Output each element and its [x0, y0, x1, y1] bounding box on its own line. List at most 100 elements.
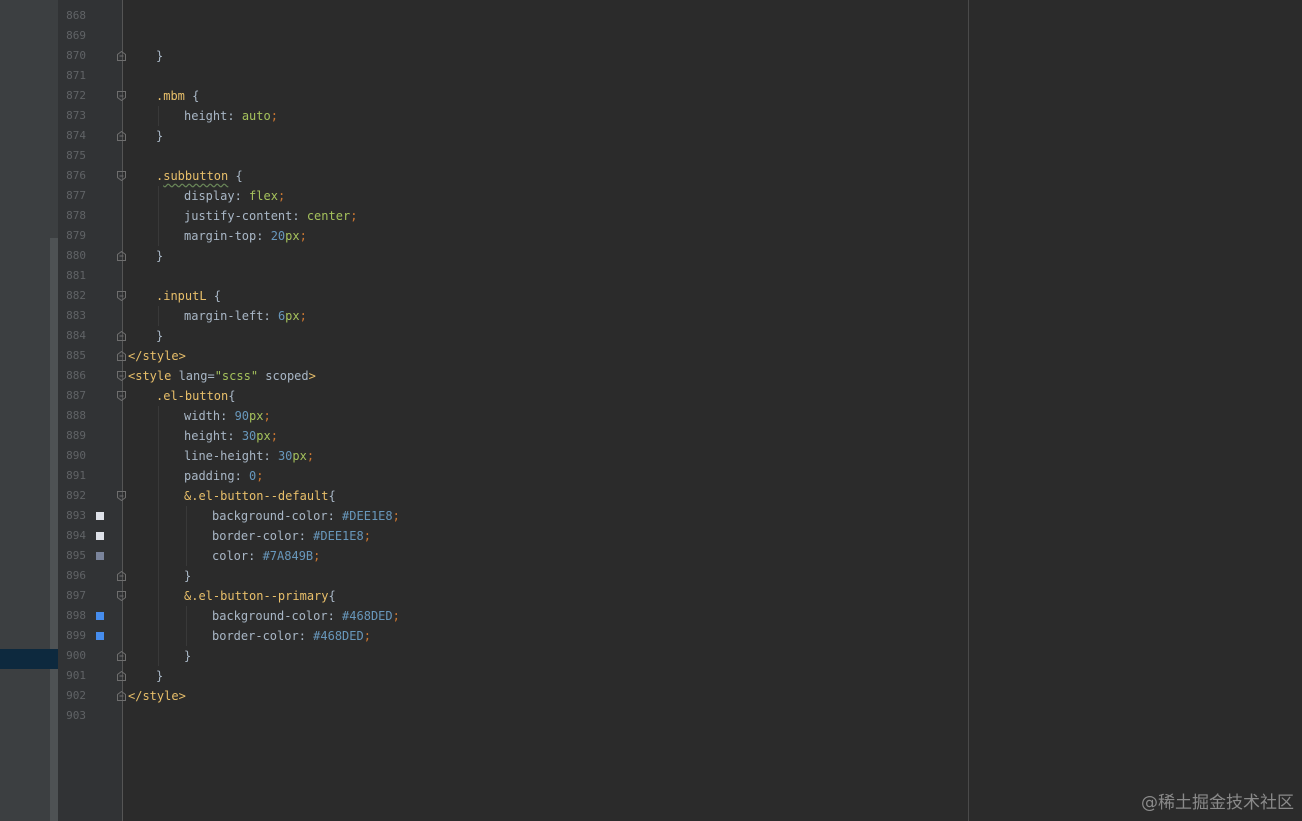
code-line[interactable]: 877 display: flex;	[0, 186, 1302, 206]
code-line[interactable]: 868	[0, 6, 1302, 26]
line-number[interactable]: 876	[58, 166, 86, 186]
fold-end-icon[interactable]	[117, 570, 126, 581]
code-line[interactable]: 875	[0, 146, 1302, 166]
code-line[interactable]: 874}	[0, 126, 1302, 146]
code-line[interactable]: 889 height: 30px;	[0, 426, 1302, 446]
code-line[interactable]: 892 &.el-button--default{	[0, 486, 1302, 506]
line-number[interactable]: 873	[58, 106, 86, 126]
line-number[interactable]: 888	[58, 406, 86, 426]
code-line[interactable]: 872 .mbm {	[0, 86, 1302, 106]
code-line[interactable]: 883 margin-left: 6px;	[0, 306, 1302, 326]
line-number[interactable]: 877	[58, 186, 86, 206]
code-line[interactable]: 899 border-color: #468DED;	[0, 626, 1302, 646]
code-line[interactable]: 870}	[0, 46, 1302, 66]
code-line[interactable]: 884}	[0, 326, 1302, 346]
fold-end-icon[interactable]	[117, 250, 126, 261]
fold-start-icon[interactable]	[117, 291, 126, 302]
fold-start-icon[interactable]	[117, 91, 126, 102]
code-text[interactable]: color: #7A849B;	[212, 546, 320, 566]
code-line[interactable]: 894 border-color: #DEE1E8;	[0, 526, 1302, 546]
code-text[interactable]: .el-button{	[156, 386, 235, 406]
fold-end-icon[interactable]	[117, 130, 126, 141]
code-line[interactable]: 869	[0, 26, 1302, 46]
code-line[interactable]: 879 margin-top: 20px;	[0, 226, 1302, 246]
code-text[interactable]: }	[156, 666, 163, 686]
line-number[interactable]: 883	[58, 306, 86, 326]
line-number[interactable]: 885	[58, 346, 86, 366]
code-text[interactable]: }	[156, 246, 163, 266]
line-number[interactable]: 870	[58, 46, 86, 66]
code-text[interactable]: width: 90px;	[184, 406, 271, 426]
line-number[interactable]: 891	[58, 466, 86, 486]
code-text[interactable]: .inputL {	[156, 286, 221, 306]
code-line[interactable]: 871	[0, 66, 1302, 86]
line-number[interactable]: 896	[58, 566, 86, 586]
code-line[interactable]: 903	[0, 706, 1302, 726]
color-swatch-icon[interactable]	[96, 612, 104, 620]
line-number[interactable]: 882	[58, 286, 86, 306]
line-number[interactable]: 887	[58, 386, 86, 406]
code-line[interactable]: 880}	[0, 246, 1302, 266]
code-line[interactable]: 898 background-color: #468DED;	[0, 606, 1302, 626]
line-number[interactable]: 869	[58, 26, 86, 46]
line-number[interactable]: 902	[58, 686, 86, 706]
line-number[interactable]: 900	[58, 646, 86, 666]
code-line[interactable]: 876 .subbutton {	[0, 166, 1302, 186]
code-line[interactable]: 891 padding: 0;	[0, 466, 1302, 486]
line-number[interactable]: 899	[58, 626, 86, 646]
line-number[interactable]: 881	[58, 266, 86, 286]
code-line[interactable]: 886 <style lang="scss" scoped>	[0, 366, 1302, 386]
fold-start-icon[interactable]	[117, 591, 126, 602]
line-number[interactable]: 872	[58, 86, 86, 106]
code-text[interactable]: }	[156, 126, 163, 146]
code-line[interactable]: 881	[0, 266, 1302, 286]
code-text[interactable]: }	[156, 46, 163, 66]
color-swatch-icon[interactable]	[96, 552, 104, 560]
code-text[interactable]: display: flex;	[184, 186, 285, 206]
code-text[interactable]: .mbm {	[156, 86, 199, 106]
line-number[interactable]: 901	[58, 666, 86, 686]
code-line[interactable]: 893 background-color: #DEE1E8;	[0, 506, 1302, 526]
line-number[interactable]: 889	[58, 426, 86, 446]
code-text[interactable]: <style lang="scss" scoped>	[128, 366, 316, 386]
code-text[interactable]: padding: 0;	[184, 466, 264, 486]
code-line[interactable]: 902 </style>	[0, 686, 1302, 706]
color-swatch-icon[interactable]	[96, 532, 104, 540]
code-line[interactable]: 888 width: 90px;	[0, 406, 1302, 426]
line-number[interactable]: 894	[58, 526, 86, 546]
fold-end-icon[interactable]	[117, 350, 126, 361]
line-number[interactable]: 892	[58, 486, 86, 506]
line-number[interactable]: 895	[58, 546, 86, 566]
fold-start-icon[interactable]	[117, 391, 126, 402]
fold-start-icon[interactable]	[117, 171, 126, 182]
fold-start-icon[interactable]	[117, 491, 126, 502]
code-text[interactable]: margin-left: 6px;	[184, 306, 307, 326]
fold-end-icon[interactable]	[117, 690, 126, 701]
line-number[interactable]: 898	[58, 606, 86, 626]
fold-end-icon[interactable]	[117, 50, 126, 61]
code-line[interactable]: 901}	[0, 666, 1302, 686]
line-number[interactable]: 868	[58, 6, 86, 26]
code-line[interactable]: 887 .el-button{	[0, 386, 1302, 406]
fold-end-icon[interactable]	[117, 650, 126, 661]
line-number[interactable]: 874	[58, 126, 86, 146]
code-text[interactable]: line-height: 30px;	[184, 446, 314, 466]
line-number[interactable]: 890	[58, 446, 86, 466]
code-text[interactable]: .subbutton {	[156, 166, 243, 186]
line-number[interactable]: 893	[58, 506, 86, 526]
code-text[interactable]: height: auto;	[184, 106, 278, 126]
code-text[interactable]: background-color: #DEE1E8;	[212, 506, 400, 526]
code-line[interactable]: 900}	[0, 646, 1302, 666]
code-line[interactable]: 896}	[0, 566, 1302, 586]
code-text[interactable]: background-color: #468DED;	[212, 606, 400, 626]
code-text[interactable]: justify-content: center;	[184, 206, 357, 226]
fold-start-icon[interactable]	[117, 371, 126, 382]
line-number[interactable]: 878	[58, 206, 86, 226]
code-text[interactable]: &.el-button--default{	[184, 486, 336, 506]
code-text[interactable]: height: 30px;	[184, 426, 278, 446]
code-line[interactable]: 895 color: #7A849B;	[0, 546, 1302, 566]
line-number[interactable]: 884	[58, 326, 86, 346]
color-swatch-icon[interactable]	[96, 512, 104, 520]
line-number[interactable]: 886	[58, 366, 86, 386]
code-text[interactable]: border-color: #468DED;	[212, 626, 371, 646]
